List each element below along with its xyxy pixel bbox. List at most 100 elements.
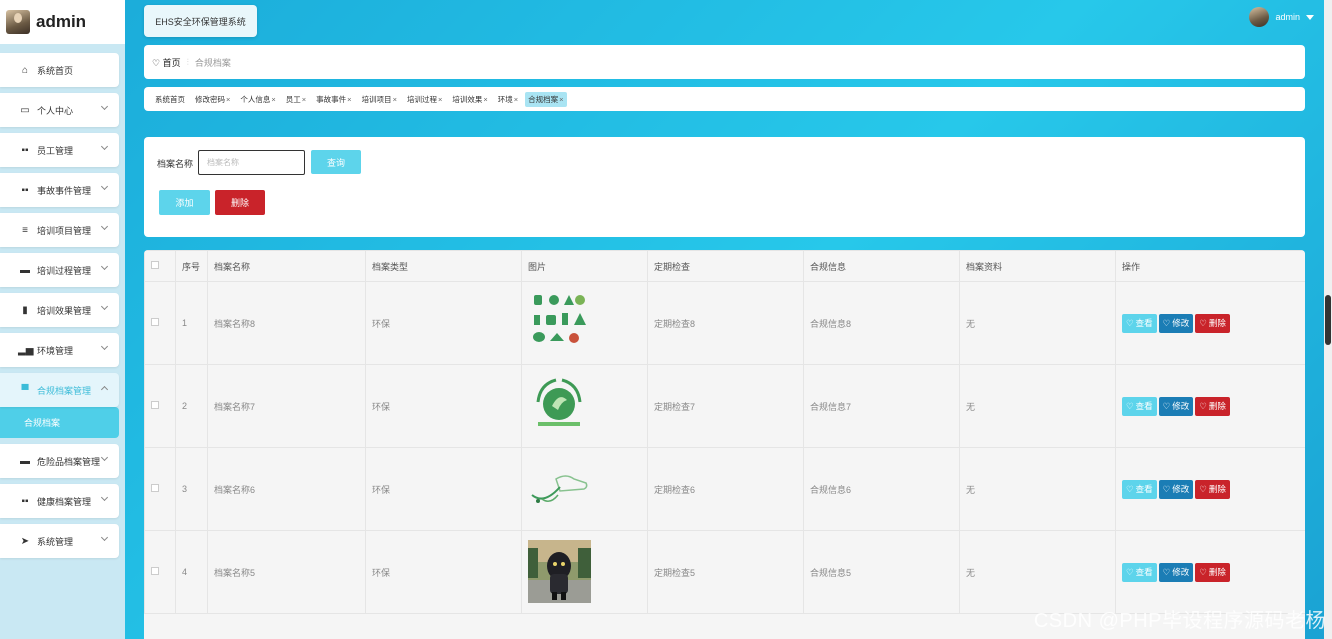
delete-row-button[interactable]: ♡ 删除 bbox=[1195, 562, 1230, 582]
close-icon[interactable]: × bbox=[347, 95, 351, 104]
tab-item[interactable]: 系统首页 bbox=[152, 92, 188, 107]
sidebar-item[interactable]: ▀ 合规档案管理 bbox=[0, 373, 119, 407]
tab-item[interactable]: 环境× bbox=[495, 92, 521, 107]
close-icon[interactable]: × bbox=[514, 95, 518, 104]
view-button[interactable]: ♡ 查看 bbox=[1122, 396, 1157, 416]
sidebar-item[interactable]: ▪▪ 员工管理 bbox=[0, 133, 119, 167]
grid-icon: ▪▪ bbox=[21, 184, 29, 196]
page-scrollbar[interactable] bbox=[1324, 0, 1332, 639]
caret-down-icon[interactable] bbox=[1306, 14, 1314, 20]
ev-charging-image bbox=[528, 457, 647, 522]
edit-button[interactable]: ♡ 修改 bbox=[1158, 479, 1194, 499]
chevron-down-icon[interactable] bbox=[100, 222, 109, 231]
chevron-down-icon[interactable] bbox=[100, 453, 109, 462]
breadcrumb: ♡ 首页 ⫶ 合规档案 bbox=[144, 45, 1305, 79]
tab-item[interactable]: 员工× bbox=[283, 92, 309, 107]
chevron-down-icon[interactable] bbox=[100, 102, 109, 111]
chevron-down-icon[interactable] bbox=[100, 302, 109, 311]
sidebar-item-label: 员工管理 bbox=[37, 145, 74, 156]
close-icon[interactable]: × bbox=[559, 95, 563, 104]
edit-button[interactable]: ♡ 修改 bbox=[1158, 562, 1194, 582]
chevron-down-icon[interactable] bbox=[100, 342, 109, 351]
edit-button-label: 修改 bbox=[1172, 401, 1190, 411]
sidebar-item[interactable]: ▪▪ 事故事件管理 bbox=[0, 173, 119, 207]
add-button[interactable]: 添加 bbox=[159, 190, 210, 215]
table-row[interactable]: 2 档案名称7 环保 定期检查7 合规信息7 无 ♡ 查看 ♡ 修改 ♡ 删除 bbox=[144, 364, 1305, 448]
sidebar-item[interactable]: ▭ 个人中心 bbox=[0, 93, 119, 127]
cell-file: 无 bbox=[959, 530, 1116, 614]
delete-row-button[interactable]: ♡ 删除 bbox=[1195, 479, 1230, 499]
close-icon[interactable]: × bbox=[271, 95, 275, 104]
query-button[interactable]: 查询 bbox=[311, 150, 361, 174]
tab-item[interactable]: 培训过程× bbox=[404, 92, 445, 107]
table-row[interactable]: 3 档案名称6 环保 定期检查6 合规信息6 无 ♡ 查看 ♡ 修改 ♡ 删除 bbox=[144, 447, 1305, 531]
view-button[interactable]: ♡ 查看 bbox=[1122, 562, 1157, 582]
edit-button-label: 修改 bbox=[1172, 484, 1190, 494]
sidebar-item[interactable]: ➤ 系统管理 bbox=[0, 524, 119, 558]
delete-button[interactable]: 删除 bbox=[215, 190, 265, 215]
search-input[interactable]: 档案名称 bbox=[198, 150, 305, 175]
column-header: 档案名称 bbox=[207, 250, 366, 282]
edit-button[interactable]: ♡ 修改 bbox=[1158, 396, 1194, 416]
breadcrumb-home[interactable]: ♡ 首页 bbox=[152, 56, 181, 69]
sidebar-item[interactable]: ≡ 培训项目管理 bbox=[0, 213, 119, 247]
view-button[interactable]: ♡ 查看 bbox=[1122, 479, 1157, 499]
chevron-down-icon[interactable] bbox=[100, 142, 109, 151]
close-icon[interactable]: × bbox=[393, 95, 397, 104]
cell-no: 1 bbox=[175, 281, 208, 365]
heart-icon: ♡ bbox=[1162, 400, 1171, 411]
table-row[interactable]: 1 档案名称8 环保 定期检查8 合规信息8 无 ♡ 查看 ♡ 修改 ♡ 删除 bbox=[144, 281, 1305, 365]
avatar[interactable] bbox=[6, 10, 30, 34]
edit-button-label: 修改 bbox=[1172, 318, 1190, 328]
table-row[interactable]: 4 档案名称5 环保 定期检查5 合规信息5 无 ♡ 查看 ♡ 修改 ♡ 删除 bbox=[144, 530, 1305, 614]
tab-label: 环境 bbox=[497, 94, 513, 104]
row-checkbox[interactable] bbox=[151, 318, 159, 326]
tab-item[interactable]: 个人信息× bbox=[237, 92, 278, 107]
select-all-checkbox[interactable] bbox=[151, 261, 159, 269]
sidebar-item[interactable]: ▂▅ 环境管理 bbox=[0, 333, 119, 367]
eco-icons-image bbox=[528, 291, 647, 356]
tab-item[interactable]: 修改密码× bbox=[192, 92, 233, 107]
close-icon[interactable]: × bbox=[226, 95, 230, 104]
chevron-down-icon[interactable] bbox=[100, 182, 109, 191]
chevron-down-icon[interactable] bbox=[100, 385, 109, 394]
row-checkbox[interactable] bbox=[151, 484, 159, 492]
column-header: 定期检查 bbox=[647, 250, 804, 282]
sidebar-item[interactable]: ▪▪ 健康档案管理 bbox=[0, 484, 119, 518]
sidebar-item[interactable]: ▬ 培训过程管理 bbox=[0, 253, 119, 287]
edit-button[interactable]: ♡ 修改 bbox=[1158, 313, 1194, 333]
tab-label: 事故事件 bbox=[316, 94, 347, 104]
id-card-icon: ▭ bbox=[20, 104, 30, 116]
row-checkbox[interactable] bbox=[151, 401, 159, 409]
sidebar-item[interactable]: ▮ 培训效果管理 bbox=[0, 293, 119, 327]
bar-chart-icon: ▂▅ bbox=[18, 344, 34, 356]
table-header: 序号 档案名称 档案类型 图片 定期检查 合规信息 档案资料 操作 bbox=[144, 250, 1305, 282]
chevron-down-icon[interactable] bbox=[100, 493, 109, 502]
tab-item[interactable]: 合规档案× bbox=[525, 91, 567, 107]
row-checkbox[interactable] bbox=[151, 567, 159, 575]
delete-row-button[interactable]: ♡ 删除 bbox=[1195, 313, 1230, 333]
cell-actions: ♡ 查看 ♡ 修改 ♡ 删除 bbox=[1115, 364, 1305, 448]
chevron-down-icon[interactable] bbox=[100, 262, 109, 271]
close-icon[interactable]: × bbox=[302, 95, 306, 104]
tab-item[interactable]: 事故事件× bbox=[313, 92, 354, 107]
view-button[interactable]: ♡ 查看 bbox=[1122, 313, 1157, 333]
close-icon[interactable]: × bbox=[483, 95, 487, 104]
tab-item[interactable]: 培训项目× bbox=[359, 92, 400, 107]
user-name[interactable]: admin bbox=[1275, 12, 1300, 22]
column-header: 序号 bbox=[175, 250, 208, 282]
sidebar-subitem[interactable]: 合规档案 bbox=[0, 407, 119, 438]
user-avatar[interactable] bbox=[1249, 7, 1270, 27]
cell-actions: ♡ 查看 ♡ 修改 ♡ 删除 bbox=[1115, 281, 1305, 365]
edit-button-label: 修改 bbox=[1172, 567, 1190, 577]
sidebar-item[interactable]: ▬ 危险品档案管理 bbox=[0, 444, 119, 478]
chevron-down-icon[interactable] bbox=[100, 533, 109, 542]
close-icon[interactable]: × bbox=[438, 95, 442, 104]
tab-label: 修改密码 bbox=[195, 94, 225, 104]
tab-item[interactable]: 培训效果× bbox=[449, 92, 490, 107]
user-menu[interactable]: admin bbox=[1249, 7, 1314, 27]
sidebar-item[interactable]: ⌂ 系统首页 bbox=[0, 53, 119, 87]
scrollbar-thumb[interactable] bbox=[1325, 295, 1331, 345]
delete-row-button[interactable]: ♡ 删除 bbox=[1195, 396, 1230, 416]
heart-icon: ♡ bbox=[1126, 483, 1134, 494]
